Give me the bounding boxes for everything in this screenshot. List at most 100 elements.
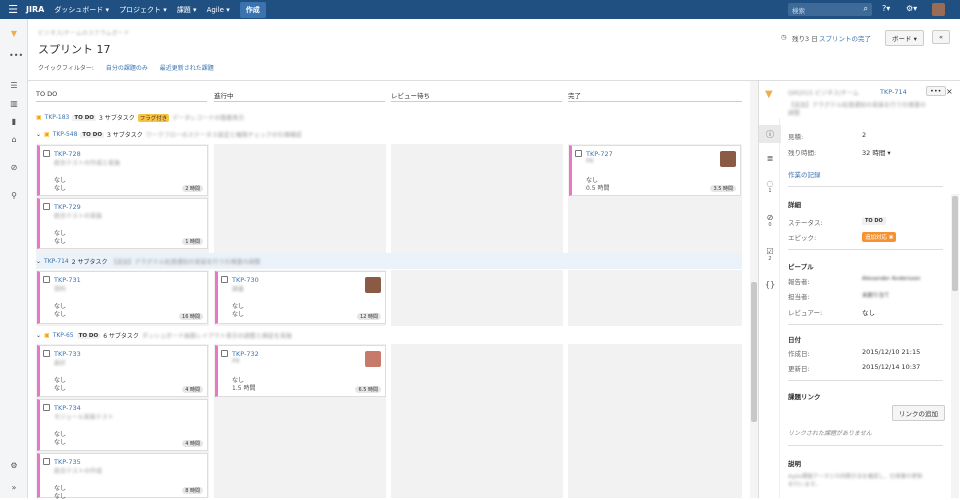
search-input[interactable]: 検索 ⌕ <box>788 3 872 16</box>
description-text[interactable]: Agile課題データとの同期方法を確認し、仕様書の更新を行います。 <box>788 473 928 489</box>
log-work-link[interactable]: 作業の記録 <box>788 169 821 179</box>
issue-card[interactable]: TKP-729 統合テストの実装 なし なし 1 時間 <box>37 198 208 249</box>
quick-filter-my-issues[interactable]: 自分の課題のみ <box>106 65 148 72</box>
issue-field: なし <box>54 311 67 318</box>
description-tab-icon[interactable]: ≣ <box>765 154 775 163</box>
swimlane-header[interactable]: ▣ TKP-183 TO DO 3 サブタスク フラグ付き データレコードの階層… <box>36 112 742 123</box>
swimlane-key[interactable]: TKP-65 <box>53 332 74 339</box>
issue-key[interactable]: TKP-733 <box>54 350 81 358</box>
estimate-badge: 1 時間 <box>182 238 203 245</box>
complete-sprint-link[interactable]: スプリントの完了 <box>819 33 871 43</box>
collapse-button[interactable]: « <box>932 30 950 44</box>
settings-gear-icon[interactable]: ⚙ <box>9 461 19 470</box>
more-icon[interactable]: ••• <box>9 51 23 60</box>
add-link-button[interactable]: リンクの追加 <box>892 405 945 421</box>
breadcrumb[interactable]: ビジネス/チームのスクラムボード <box>38 28 130 37</box>
issue-card[interactable]: TKP-730 調査 なし なし 12 時間 <box>215 271 386 324</box>
remaining-value[interactable]: 32 時間 ▾ <box>862 147 891 157</box>
issue-card[interactable]: TKP-731 資料 なし なし 16 時間 <box>37 271 208 324</box>
nav-agile[interactable]: Agile ▾ <box>207 6 230 14</box>
issue-card[interactable]: TKP-733 設計 なし なし 4 時間 <box>37 345 208 397</box>
created-value: 2015/12/10 21:15 <box>862 348 921 356</box>
board-icon[interactable]: ▥ <box>9 99 19 108</box>
issue-summary: モジュール実装テスト <box>54 414 114 421</box>
swimlane-header[interactable]: ⌄ TKP-714 2 サブタスク 【追加】アラグテル処理通知の実装を行う仕様書… <box>36 256 742 267</box>
issue-field: なし <box>54 385 67 392</box>
issue-card[interactable]: TKP-732 PR なし 1.5 時間 6.5 時間 <box>215 345 386 397</box>
detail-breadcrumb[interactable]: GM2015 ビジネス/チーム <box>788 88 859 97</box>
chevron-down-icon[interactable]: ⌄ <box>36 258 41 265</box>
issue-key[interactable]: TKP-727 <box>586 150 613 158</box>
issue-key[interactable]: TKP-734 <box>54 404 81 412</box>
reporter-value[interactable]: Alexander Andersson <box>862 276 921 282</box>
subtask-icon <box>43 203 50 210</box>
nav-issues[interactable]: 課題 ▾ <box>177 5 197 15</box>
quick-filter-recently-updated[interactable]: 最近更新された課題 <box>160 65 214 72</box>
swimlane-header[interactable]: ⌄ ▣ TKP-65 TO DO 6 サブタスク ダッシュボード画面レイアウト表… <box>36 330 742 341</box>
page-title: スプリント 17 <box>38 43 111 56</box>
issue-card[interactable]: TKP-734 モジュール実装テスト なし なし 4 時間 <box>37 399 208 451</box>
attachments-tab-icon[interactable]: ⊘ 0 <box>765 213 775 228</box>
cell-review <box>391 344 563 498</box>
issue-key[interactable]: TKP-728 <box>54 150 81 158</box>
board-scrollbar-thumb[interactable] <box>751 282 757 422</box>
status-badge[interactable]: TO DO <box>862 217 886 225</box>
updated-label: 更新日: <box>788 365 810 373</box>
cell-done <box>568 270 742 326</box>
issue-summary: 統合テストの作成と実施 <box>54 160 121 167</box>
comments-tab-icon[interactable]: ◌ 1 <box>765 179 775 194</box>
search-placeholder: 検索 <box>792 7 805 15</box>
backlog-icon[interactable]: ☰ <box>9 81 19 90</box>
search-icon: ⌕ <box>863 4 868 13</box>
expand-sidebar-icon[interactable]: » <box>9 483 19 492</box>
project-avatar-icon[interactable]: ▼ <box>9 29 19 38</box>
people-section-title: ピープル <box>788 263 814 271</box>
subtask-tab-count: 2 <box>768 256 772 262</box>
swimlane-key[interactable]: TKP-714 <box>44 258 69 265</box>
chevron-down-icon[interactable]: ⌄ <box>36 332 41 339</box>
details-tab-icon[interactable]: ⓘ <box>765 129 775 140</box>
board-menu-button[interactable]: ボード ▾ <box>885 30 924 46</box>
estimate-badge: 12 時間 <box>357 313 381 320</box>
issue-key[interactable]: TKP-731 <box>54 276 81 284</box>
issue-card[interactable]: TKP-728 統合テストの作成と実施 なし なし 2 時間 <box>37 145 208 196</box>
panel-scrollbar-thumb[interactable] <box>952 196 958 291</box>
chevron-down-icon[interactable]: ⌄ <box>36 131 41 138</box>
swimlane-key[interactable]: TKP-548 <box>53 131 78 138</box>
estimate-badge: 8 時間 <box>182 487 203 494</box>
no-links-text: リンクされた課題がありません <box>788 430 872 437</box>
user-avatar[interactable] <box>932 3 945 16</box>
nav-projects[interactable]: プロジェクト ▾ <box>119 5 167 15</box>
project-icon: ▼ <box>765 89 773 100</box>
detail-issue-key[interactable]: TKP-714 <box>880 88 907 96</box>
more-actions-button[interactable]: ••• <box>926 86 946 96</box>
swimlane-header[interactable]: ⌄ ▣ TKP-548 TO DO 3 サブタスク ワークフローのステータス設定… <box>36 129 742 140</box>
assignee-value[interactable]: 未割り当て <box>862 291 890 299</box>
help-icon[interactable]: ?▾ <box>882 4 890 13</box>
link-icon[interactable]: ⊘ <box>9 163 19 172</box>
code-tab-icon[interactable]: {} <box>765 280 775 289</box>
detail-summary[interactable]: 【追加】アラグテル処理通知の実装を行う仕様書の調整 <box>788 102 928 118</box>
swimlane-key[interactable]: TKP-183 <box>45 114 70 121</box>
issue-card[interactable]: TKP-727 PR なし 0.5 時間 3.5 時間 <box>569 145 741 196</box>
menu-icon[interactable]: ☰ <box>0 3 26 16</box>
issue-card[interactable]: TKP-735 統合テストの作成 なし なし 8 時間 <box>37 453 208 500</box>
estimate-value: 2 <box>862 131 867 139</box>
swimlane-summary: データレコードの階層表示 <box>172 115 245 122</box>
close-icon[interactable]: × <box>946 87 953 96</box>
gear-icon[interactable]: ⚙▾ <box>906 4 917 13</box>
releases-icon[interactable]: ⌂ <box>9 135 19 144</box>
issue-key[interactable]: TKP-732 <box>232 350 259 358</box>
jira-logo[interactable]: JIRA <box>26 5 44 14</box>
subtasks-tab-icon[interactable]: ☑ 2 <box>765 247 775 262</box>
issue-key[interactable]: TKP-729 <box>54 203 81 211</box>
create-button[interactable]: 作成 <box>239 1 266 18</box>
components-icon[interactable]: ⚲ <box>9 191 19 200</box>
nav-dashboard[interactable]: ダッシュボード ▾ <box>54 5 109 15</box>
story-icon: ▣ <box>44 131 50 138</box>
issue-key[interactable]: TKP-730 <box>232 276 259 284</box>
epic-badge[interactable]: 追加対応 ✖ <box>862 232 897 242</box>
reviewer-value[interactable]: なし <box>862 307 875 317</box>
issue-key[interactable]: TKP-735 <box>54 458 81 466</box>
reports-icon[interactable]: ▮ <box>9 117 19 126</box>
